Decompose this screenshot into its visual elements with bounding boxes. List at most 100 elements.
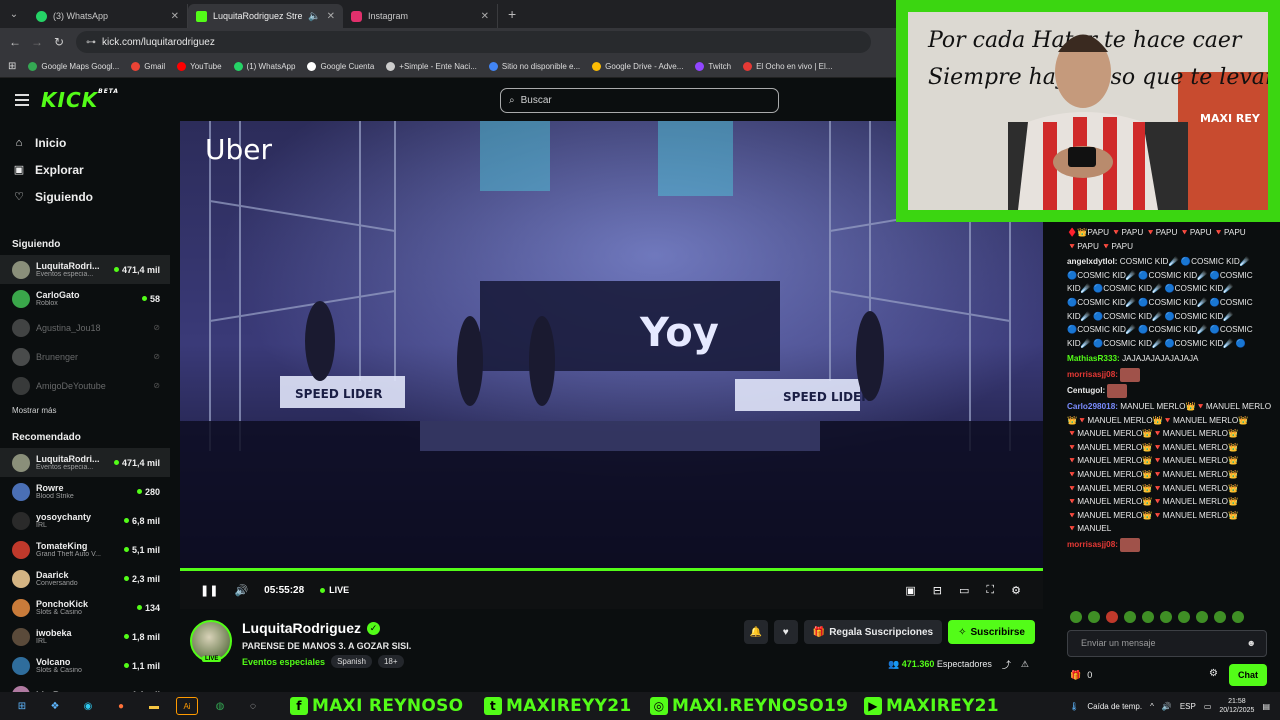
emote-icon[interactable] (1178, 611, 1190, 623)
folder-icon[interactable]: ▬ (143, 697, 165, 715)
chat-username[interactable]: Carlo298018: (1067, 402, 1118, 411)
edge-icon[interactable]: ◉ (77, 697, 99, 715)
bookmark-item[interactable]: El Ocho en vivo | El... (743, 62, 832, 71)
forward-icon[interactable]: → (26, 35, 48, 49)
notification-icon[interactable]: ▤ (1262, 702, 1270, 711)
site-info-icon[interactable]: ⊶ (86, 37, 96, 48)
apps-icon[interactable]: ⊞ (8, 61, 16, 72)
clip-icon[interactable]: ⊟ (933, 584, 942, 597)
chat-username[interactable]: MathiasR333: (1067, 354, 1120, 363)
bookmark-item[interactable]: Twitch (695, 62, 731, 71)
clock[interactable]: 21:58 20/12/2025 (1219, 697, 1254, 715)
bookmark-item[interactable]: +Simple - Ente Naci... (386, 62, 477, 71)
start-icon[interactable]: ⊞ (11, 697, 33, 715)
show-more-link[interactable]: Mostrar más (0, 400, 170, 422)
social-label: MAXI REYNOSO (312, 696, 464, 716)
emoji-picker-icon[interactable]: ☻ (1247, 631, 1256, 656)
sidebar-channel[interactable]: Volcano Slots & Casino 1,1 mil (0, 651, 170, 680)
close-icon[interactable]: ✕ (327, 11, 335, 22)
speaker-icon[interactable]: 🔈 (308, 11, 320, 22)
sidebar-channel[interactable]: yosoychanty IRL 6,8 mil (0, 506, 170, 535)
tag-age[interactable]: 18+ (377, 655, 404, 668)
share-icon[interactable]: ⤴ (1002, 658, 1011, 671)
network-icon[interactable]: ▭ (1204, 702, 1212, 711)
chat-send-button[interactable]: Chat (1229, 664, 1267, 686)
settings-icon[interactable]: ⚙ (1011, 584, 1021, 597)
sidebar-channel[interactable]: Rowre Blood Strike 280 (0, 477, 170, 506)
sidebar-channel[interactable]: LuquitaRodri... Eventos especia... 471,4 m… (0, 448, 170, 477)
sidebar-channel[interactable]: Agustina_Jou18 ⊘ (0, 313, 170, 342)
tag-language[interactable]: Spanish (331, 655, 372, 668)
sound-icon[interactable]: 🔊 (1162, 702, 1172, 711)
gift-subs-button[interactable]: 🎁 Regala Suscripciones (803, 620, 943, 644)
bookmark-item[interactable]: Sitio no disponible e... (488, 62, 580, 71)
illustrator-icon[interactable]: Ai (176, 697, 198, 715)
notification-bell-button[interactable]: 🔔 (743, 620, 768, 644)
chat-input[interactable]: Enviar un mensaje ☻ (1067, 630, 1267, 657)
weather-text[interactable]: Caída de temp. (1087, 702, 1142, 711)
follow-heart-button[interactable]: ♥ (773, 620, 798, 644)
tab-instagram[interactable]: Instagram ✕ (343, 4, 498, 28)
close-icon[interactable]: ✕ (481, 11, 489, 22)
emote-icon[interactable] (1070, 611, 1082, 623)
bookmark-item[interactable]: YouTube (177, 62, 222, 71)
emote-icon[interactable] (1160, 611, 1172, 623)
pause-icon[interactable]: ❚❚ (200, 584, 218, 597)
theater-icon[interactable]: ▭ (959, 584, 969, 597)
sidebar-channel[interactable]: PonchoKick Slots & Casino 134 (0, 593, 170, 622)
category-link[interactable]: Eventos especiales (242, 657, 325, 667)
bookmark-item[interactable]: Gmail (131, 62, 165, 71)
chevron-up-icon[interactable]: ^ (1150, 702, 1154, 711)
emote-icon[interactable] (1214, 611, 1226, 623)
sidebar-channel[interactable]: LuquitaRodri... Eventos especia... 471,4 m… (0, 255, 170, 284)
nav-explorar[interactable]: ▣ Explorar (0, 156, 170, 183)
new-tab-button[interactable]: + (508, 6, 516, 22)
bookmark-item[interactable]: Google Maps Googl... (28, 62, 119, 71)
chat-username[interactable]: morrisasjj08: (1067, 370, 1118, 379)
pip-icon[interactable]: ▣ (905, 584, 915, 597)
sidebar-channel[interactable]: Daarick Conversando 2,3 mil (0, 564, 170, 593)
url-bar[interactable]: ⊶ kick.com/luquitarodriguez (76, 31, 871, 53)
tab-kick-stream[interactable]: LuquitaRodriguez Stream - 🔈 ✕ (188, 4, 343, 28)
bookmark-item[interactable]: Google Drive - Adve... (592, 62, 683, 71)
chat-username[interactable]: morrisasjj08: (1067, 540, 1118, 549)
windows-icon[interactable]: ❖ (44, 697, 66, 715)
sign-left: SPEED LIDER (295, 387, 382, 401)
fullscreen-icon[interactable]: ⛶ (986, 584, 994, 597)
sidebar-channel[interactable]: Brunenger ⊘ (0, 342, 170, 371)
tab-search-icon[interactable]: ⌄ (0, 0, 28, 28)
emote-icon[interactable] (1106, 611, 1118, 623)
emote-icon[interactable] (1124, 611, 1136, 623)
chat-username[interactable]: angelxdytlol: (1067, 257, 1118, 266)
points-icon[interactable]: 🎁 (1070, 670, 1081, 681)
sidebar-channel[interactable]: AmigoDeYoutube ⊘ (0, 371, 170, 400)
nav-inicio[interactable]: ⌂ Inicio (0, 129, 170, 156)
reload-icon[interactable]: ↻ (48, 35, 70, 49)
emote-icon[interactable] (1232, 611, 1244, 623)
sidebar-channel[interactable]: CarloGato Roblox 58 (0, 284, 170, 313)
emote-icon[interactable] (1196, 611, 1208, 623)
bookmark-item[interactable]: (1) WhatsApp (233, 62, 295, 71)
nav-siguiendo[interactable]: ♡ Siguiendo (0, 183, 170, 210)
tab-whatsapp[interactable]: (3) WhatsApp ✕ (28, 4, 188, 28)
chat-username[interactable]: Centugol: (1067, 386, 1105, 395)
search-input[interactable]: ⌕ Buscar (500, 88, 779, 113)
menu-icon[interactable] (15, 94, 29, 106)
firefox-icon[interactable]: ● (110, 697, 132, 715)
back-icon[interactable]: ← (4, 35, 26, 49)
emote-icon[interactable] (1088, 611, 1100, 623)
bookmark-item[interactable]: Google Cuenta (307, 62, 374, 71)
emote-icon[interactable] (1142, 611, 1154, 623)
sidebar-channel[interactable]: TomateKing Grand Theft Auto V... 5,1 mil (0, 535, 170, 564)
chrome-icon[interactable]: ◍ (209, 697, 231, 715)
kick-logo[interactable]: KICKBETA (41, 88, 119, 112)
report-icon[interactable]: ⚠ (1021, 659, 1029, 670)
subscribe-button[interactable]: ✧ Suscribirse (948, 620, 1035, 644)
language-indicator[interactable]: ESP (1180, 702, 1196, 711)
volume-icon[interactable]: 🔊 (234, 584, 248, 597)
app-icon[interactable]: ◌ (242, 697, 264, 715)
chat-settings-icon[interactable]: ⚙ (1209, 668, 1218, 679)
streamer-name[interactable]: LuquitaRodriguez ✓ (242, 620, 380, 636)
close-icon[interactable]: ✕ (171, 11, 179, 22)
sidebar-channel[interactable]: iwobeka IRL 1,8 mil (0, 622, 170, 651)
